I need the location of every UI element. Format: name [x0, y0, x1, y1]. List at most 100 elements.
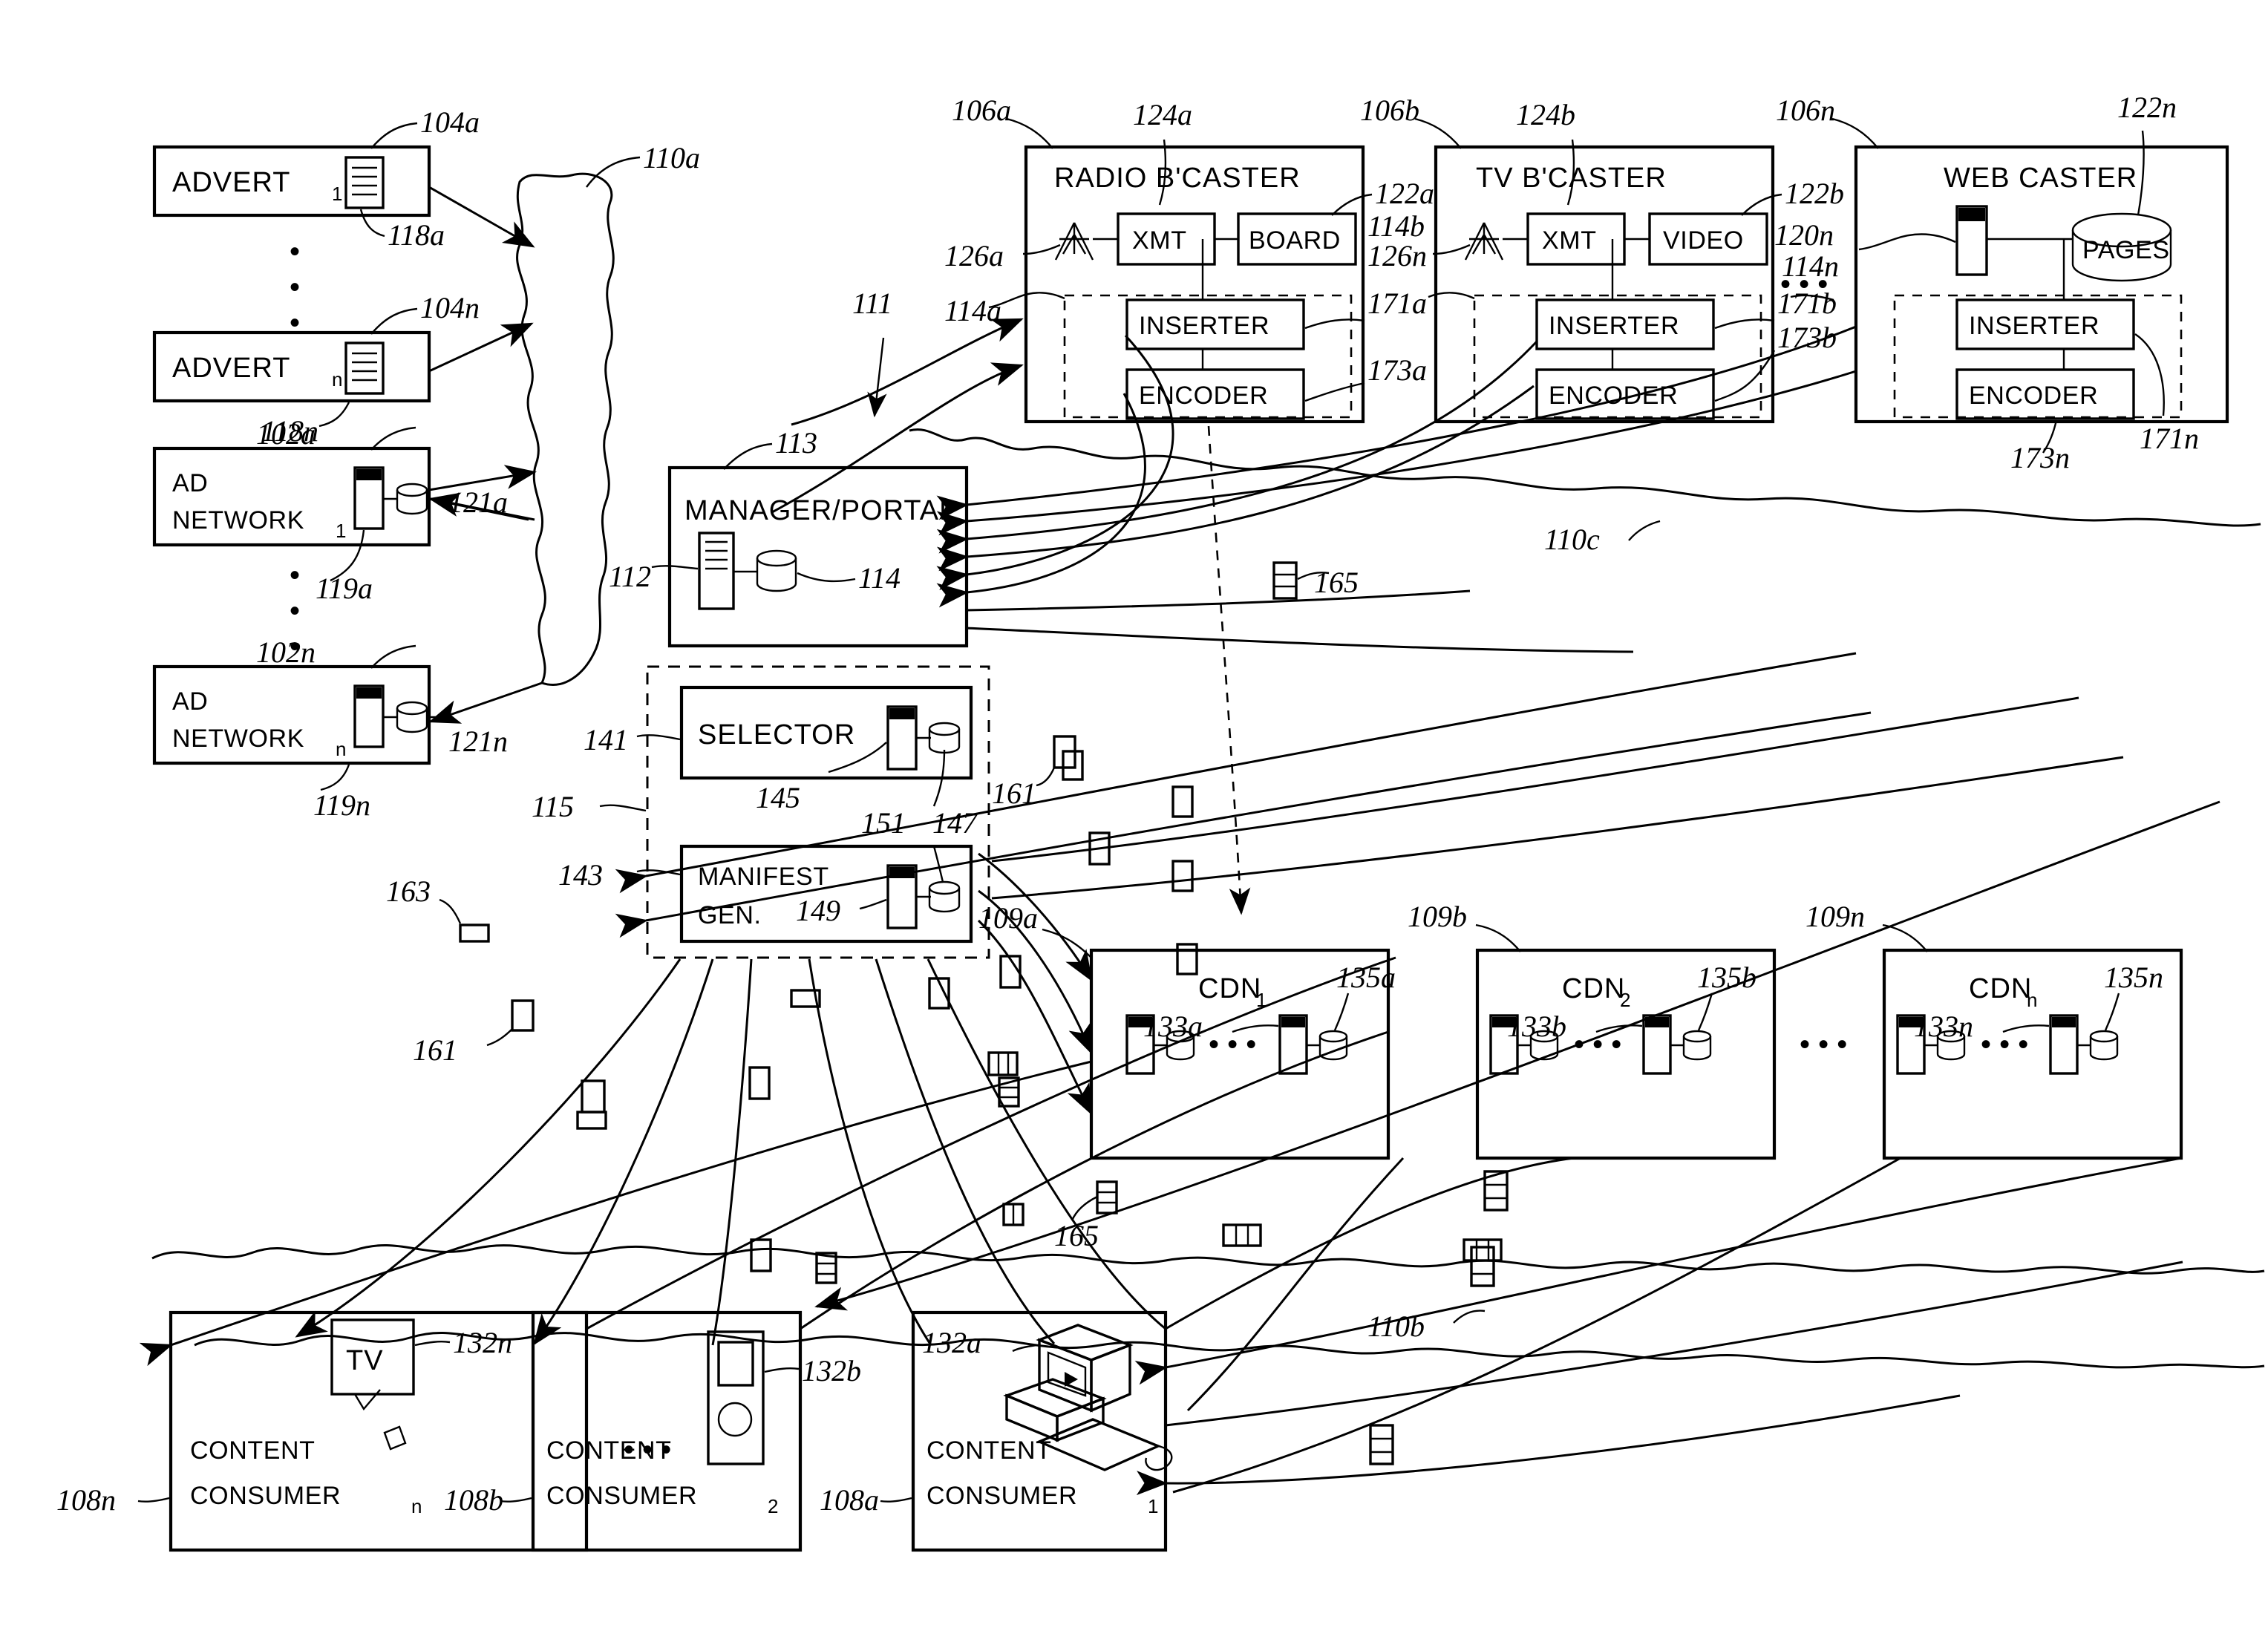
- ref-label-109n: 109n: [1805, 900, 1865, 933]
- block-ad-network-n[interactable]: AD NETWORK n: [152, 664, 431, 765]
- cdn-n-ellipsis: • • •: [1981, 1028, 2028, 1061]
- segment-marker-165-top: 165: [1272, 561, 1359, 600]
- database-icon: [928, 880, 961, 913]
- block-web-caster[interactable]: WEB CASTER PAGES INSERTER ENCODER: [1854, 145, 2229, 424]
- block-advert-1[interactable]: ADVERT 1: [152, 145, 431, 218]
- ref-135a: 135a: [1333, 961, 1396, 1031]
- ref-126n: 126n: [1367, 239, 1471, 272]
- advert-ellipsis: •: [290, 235, 300, 268]
- block-advert-n[interactable]: ADVERT n: [152, 330, 431, 403]
- block-ad-network-1[interactable]: AD NETWORK 1: [152, 446, 431, 547]
- block-radio-bcaster[interactable]: RADIO B'CASTER XMT BOARD INSERTER ENCODE…: [1024, 145, 1365, 424]
- ref-label-110c: 110c: [1544, 523, 1600, 556]
- ref-label-104a: 104a: [420, 105, 480, 139]
- ref-114: 114: [797, 561, 901, 595]
- ref-171n: 171n: [2134, 333, 2199, 455]
- cdn-group-ellipsis: • • •: [1800, 1028, 1847, 1061]
- database-icon: [756, 549, 797, 592]
- ref-label-106n: 106n: [1776, 94, 1835, 127]
- ref-label-102a: 102a: [256, 417, 316, 451]
- segment-marker: [987, 1051, 1019, 1076]
- segment-marker: [1062, 750, 1084, 781]
- ad-marker-163: 163: [386, 874, 490, 943]
- portable-media-player-icon: [707, 1330, 765, 1465]
- antenna-icon: [1464, 222, 1504, 261]
- ref-106n: 106n: [1776, 94, 1879, 149]
- ref-132n: 132n: [414, 1326, 512, 1359]
- ref-label-119a: 119a: [316, 572, 373, 605]
- ref-label-118a: 118a: [388, 218, 445, 252]
- ref-label-135n: 135n: [2104, 961, 2163, 994]
- web-caster-pages-label: PAGES: [2082, 236, 2170, 264]
- ref-label-126n: 126n: [1367, 239, 1427, 272]
- server-icon: [1642, 1014, 1672, 1075]
- ref-label-108b: 108b: [444, 1483, 503, 1517]
- ad-network-1-label-line2: NETWORK: [172, 506, 304, 534]
- ref-135n: 135n: [2104, 961, 2163, 1031]
- ref-label-122b: 122b: [1785, 177, 1844, 210]
- ref-113: 113: [723, 426, 817, 470]
- advert-1-subscript: 1: [332, 183, 342, 205]
- cdn-2-label: CDN: [1562, 973, 1625, 1004]
- radio-bcaster-label: RADIO B'CASTER: [1054, 163, 1301, 194]
- ref-111: 111: [852, 287, 892, 418]
- ref-label-171n: 171n: [2140, 422, 2199, 455]
- ref-label-106b: 106b: [1360, 94, 1419, 127]
- ref-173b: 173b: [1714, 321, 1837, 402]
- ref-label-106a: 106a: [952, 94, 1011, 127]
- ref-label-171a: 171a: [1367, 287, 1427, 320]
- ref-102n: 102n: [256, 635, 416, 669]
- ref-108a: 108a: [820, 1483, 912, 1517]
- ref-121n: 121n: [429, 716, 508, 758]
- server-icon: [353, 466, 428, 530]
- ref-label-143: 143: [558, 858, 603, 892]
- ref-114a: 114a: [944, 292, 1065, 327]
- ref-label-126a: 126a: [944, 239, 1004, 272]
- document-icon: [344, 341, 385, 395]
- ref-171a: 171a: [1304, 287, 1427, 330]
- advert-1-label: ADVERT: [172, 167, 290, 198]
- database-icon: PAGES: [2071, 212, 2172, 282]
- ref-173n: 173n: [2010, 419, 2070, 474]
- antenna-icon: [1054, 222, 1094, 261]
- ref-label-110a: 110a: [643, 141, 700, 174]
- radio-board-label: BOARD: [1249, 226, 1341, 255]
- ref-label-149: 149: [796, 894, 840, 927]
- database-icon: [2089, 1030, 2119, 1061]
- block-tv-bcaster[interactable]: TV B'CASTER XMT VIDEO INSERTER ENCODER: [1434, 145, 1775, 424]
- network-cloud-110a: [516, 172, 615, 686]
- tv-inserter-label: INSERTER: [1549, 312, 1679, 340]
- ref-label-119n: 119n: [313, 788, 370, 822]
- ad-network-ellipsis-2: •: [290, 595, 300, 627]
- block-content-consumer-2[interactable]: CONTENT CONSUMER 2: [531, 1310, 803, 1552]
- ref-122b: 122b: [1741, 177, 1844, 216]
- ref-label-110b: 110b: [1367, 1310, 1425, 1343]
- block-content-consumer-n[interactable]: TV CONTENT CONSUMER n: [169, 1310, 589, 1552]
- segment-marker: [748, 1066, 771, 1100]
- segment-marker: [576, 1111, 607, 1130]
- ref-141: 141: [584, 723, 681, 756]
- ref-106a: 106a: [952, 94, 1053, 149]
- database-icon: [928, 722, 961, 754]
- ref-115: 115: [532, 790, 647, 823]
- webcaster-ellipsis: • • •: [1780, 268, 1828, 301]
- ref-132b: 132b: [764, 1354, 861, 1387]
- server-icon: [886, 705, 918, 771]
- ref-label-114b: 114b: [1367, 209, 1425, 243]
- manifest-gen-label-line1: MANIFEST: [698, 863, 829, 891]
- advert-n-label: ADVERT: [172, 353, 290, 384]
- segment-marker: [1463, 1238, 1503, 1262]
- block-manager-portal[interactable]: MANAGER/PORTAL: [667, 465, 969, 648]
- ref-149: 149: [796, 894, 887, 927]
- ref-120n: 120n: [1774, 218, 1956, 252]
- ref-label-102n: 102n: [256, 635, 316, 669]
- block-selector[interactable]: SELECTOR: [679, 685, 973, 780]
- advert-ellipsis-3: •: [290, 307, 300, 339]
- segment-marker: [1171, 860, 1194, 892]
- radio-inserter-label: INSERTER: [1139, 312, 1269, 340]
- server-icon: [353, 684, 428, 748]
- ref-108n: 108n: [56, 1483, 170, 1517]
- tv-device-label: TV: [346, 1345, 384, 1376]
- ref-label-109b: 109b: [1408, 900, 1467, 933]
- tv-encoder-label: ENCODER: [1549, 382, 1678, 410]
